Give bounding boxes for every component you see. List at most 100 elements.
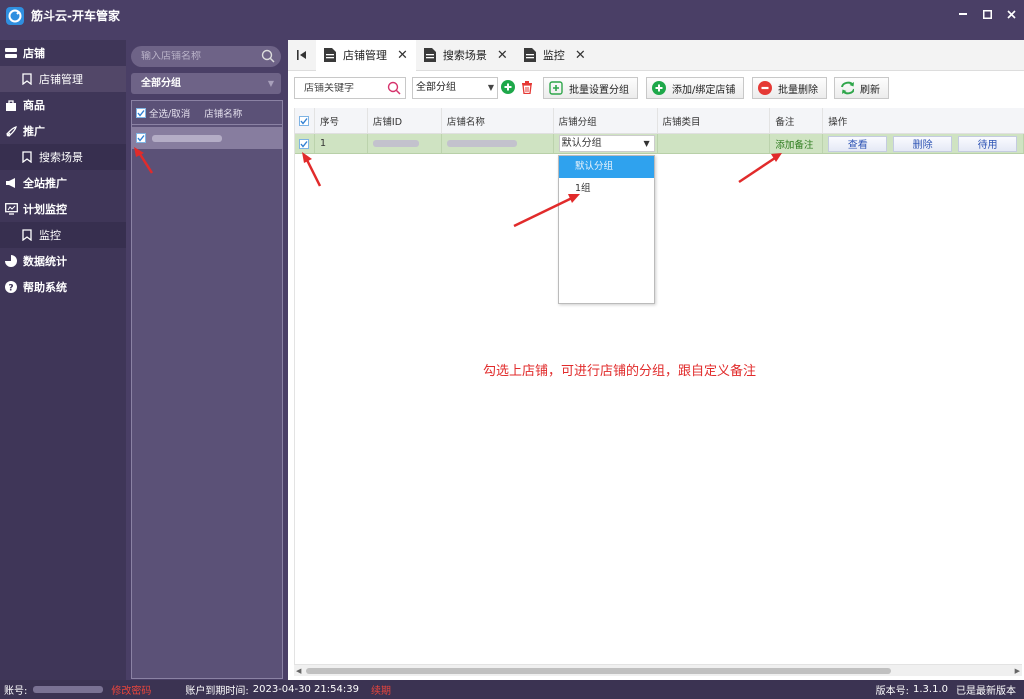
store-group-select[interactable]: 全部分组 ▼ [131,73,281,94]
store-list-item[interactable] [132,127,282,149]
main-content: 店铺管理 ✕ 搜索场景 ✕ 监控 ✕ 全部分组 ▼ 批量设置分组 [288,39,1024,680]
group-option-1[interactable]: 1组 [559,178,654,200]
app-title: 筋斗云-开车管家 [31,9,120,23]
nav-item-label: 监控 [39,229,61,242]
nav-item-label: 商品 [23,99,45,112]
standby-button[interactable]: 待用 [958,135,1018,152]
column-header-store-id[interactable]: 店铺ID [368,108,442,133]
column-header-index[interactable]: 序号 [315,108,368,133]
add-note-link[interactable]: 添加备注 [775,137,813,151]
search-icon[interactable] [387,81,401,98]
nav-item-help[interactable]: ? 帮助系统 [0,274,126,300]
version-note: 已是最新版本 [956,686,1016,697]
nav-item-label: 店铺 [23,47,45,60]
store-table: 序号 店铺ID 店铺名称 店铺分组 店铺类目 备注 操作 1 默认分组 ▼ 添加… [294,108,1024,664]
nav-item-products[interactable]: 商品 [0,92,126,118]
row-group-select[interactable]: 默认分组 ▼ [558,135,655,152]
nav-item-plan-monitor[interactable]: 计划监控 [0,196,126,222]
group-option-default[interactable]: 默认分组 [559,156,654,178]
collapse-panel-button[interactable] [288,40,316,71]
version-value: 1.3.1.0 [913,684,948,695]
column-header-actions: 操作 [828,116,848,128]
view-button[interactable]: 查看 [828,135,888,152]
minimize-button[interactable] [956,7,970,21]
close-icon[interactable]: ✕ [497,48,508,63]
table-row[interactable]: 1 默认分组 ▼ 添加备注 查看 删除 待用 [295,134,1024,154]
trash-icon[interactable] [520,80,534,95]
column-header-note[interactable]: 备注 [770,108,824,133]
redacted-store-name [446,140,517,147]
chevron-down-icon: ▼ [643,139,650,148]
tab-monitor[interactable]: 监控 ✕ [516,40,594,71]
row-note-cell: 添加备注 [770,134,824,153]
batch-set-group-label: 批量设置分组 [569,84,629,96]
add-group-icon[interactable] [501,80,515,94]
row-store-category [658,134,771,153]
row-store-id [368,134,442,153]
redacted-account [33,686,104,693]
pie-chart-icon [4,254,18,268]
nav-item-label: 搜索场景 [39,151,83,164]
batch-set-group-button[interactable]: 批量设置分组 [543,77,638,99]
row-checkbox[interactable] [299,138,310,149]
tab-store-management[interactable]: 店铺管理 ✕ [316,39,416,71]
close-icon[interactable]: ✕ [397,48,408,63]
horizontal-scrollbar[interactable]: ◀ ▶ [294,664,1022,676]
add-bind-store-button[interactable]: 添加/绑定店铺 [646,77,745,99]
bookmark-icon [20,228,34,242]
toolbar: 全部分组 ▼ 批量设置分组 添加/绑定店铺 批量删除 刷新 [288,77,1024,101]
nav-item-label: 推广 [23,125,45,138]
title-bar: 筋斗云-开车管家 [0,0,1024,31]
header-checkbox[interactable] [299,115,310,126]
row-index: 1 [315,134,368,153]
store-search-input[interactable] [131,51,251,62]
refresh-button[interactable]: 刷新 [834,77,889,99]
scrollbar-thumb[interactable] [306,668,891,674]
tab-search-scene[interactable]: 搜索场景 ✕ [416,40,516,71]
change-password-link[interactable]: 修改密码 [111,682,151,697]
close-button[interactable] [1004,7,1018,21]
scroll-left-icon[interactable]: ◀ [296,665,301,677]
megaphone-icon [4,176,18,190]
tab-label: 搜索场景 [442,49,487,62]
group-filter-select[interactable]: 全部分组 ▼ [412,77,498,99]
delete-button[interactable]: 删除 [893,135,953,152]
select-all-label: 全选/取消 [149,108,191,120]
add-bind-store-label: 添加/绑定店铺 [672,84,736,96]
status-bar: 账号: 修改密码 账户到期时间: 2023-04-30 21:54:39 续期 … [0,680,1024,699]
nav-item-search-scene[interactable]: 搜索场景 [0,144,126,170]
search-icon[interactable] [261,49,275,66]
nav-item-site-promotion[interactable]: 全站推广 [0,170,126,196]
nav-item-monitor[interactable]: 监控 [0,222,126,248]
redacted-store-id [372,140,419,147]
document-icon [523,48,537,62]
close-icon[interactable]: ✕ [575,48,586,63]
chevron-down-icon: ▼ [487,83,494,92]
nav-item-label: 帮助系统 [23,281,67,294]
select-all-checkbox[interactable] [136,107,146,118]
nav-item-promotion[interactable]: 推广 [0,118,126,144]
store-item-checkbox[interactable] [136,133,146,143]
refresh-icon [840,81,854,95]
nav-item-statistics[interactable]: 数据统计 [0,248,126,274]
store-keyword-input[interactable] [295,82,383,94]
renew-link[interactable]: 续期 [371,682,391,697]
column-header-store-category[interactable]: 店铺类目 [658,108,771,133]
store-list: 全选/取消 店铺名称 [131,100,283,679]
row-store-name [442,134,554,153]
store-list-header: 全选/取消 店铺名称 [132,101,282,125]
scroll-right-icon[interactable]: ▶ [1015,665,1020,677]
document-icon [324,48,337,62]
nav-item-store[interactable]: 店铺 [0,40,126,66]
redacted-store-name [152,134,222,142]
column-header-store-name[interactable]: 店铺名称 [442,108,554,133]
store-search [131,46,281,67]
expiry-label: 账户到期时间: [185,686,249,697]
store-icon [4,46,18,60]
nav-item-store-management[interactable]: 店铺管理 [0,66,126,92]
batch-delete-label: 批量删除 [778,84,818,96]
batch-delete-button[interactable]: 批量删除 [752,77,827,99]
column-header-store-group[interactable]: 店铺分组 [554,108,658,133]
nav-item-label: 店铺管理 [39,73,83,86]
maximize-button[interactable] [980,7,994,21]
